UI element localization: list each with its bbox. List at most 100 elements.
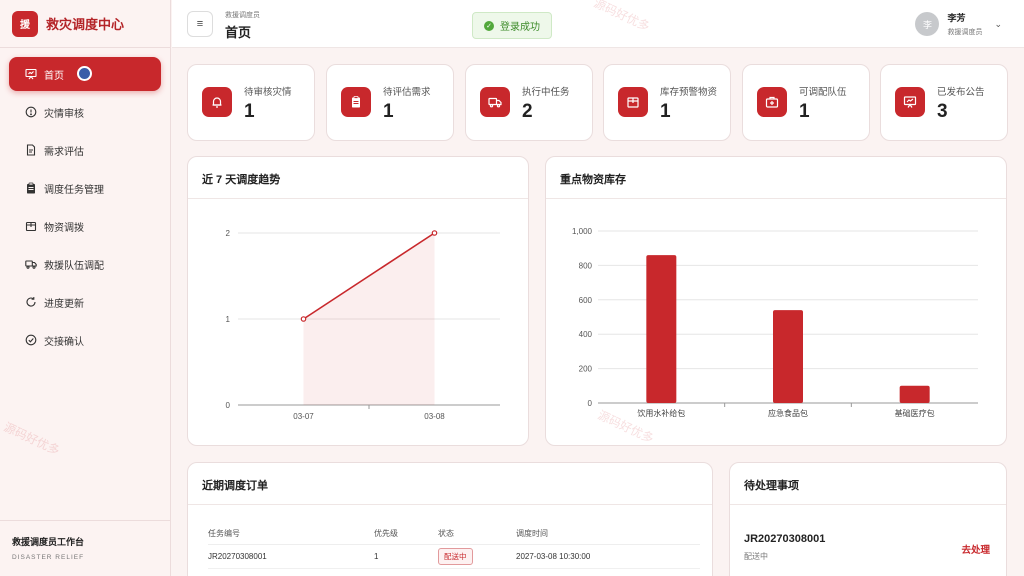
sidebar-footer: 救援调度员工作台 DISASTER RELIEF: [0, 520, 171, 576]
sidebar-item-material-allocation[interactable]: 物资调拨: [9, 209, 161, 243]
refresh-icon: [25, 296, 37, 308]
stat-card-available-teams[interactable]: 可调配队伍 1: [742, 64, 870, 141]
orders-panel: 近期调度订单 任务编号 优先级 状态 调度时间 JR20270308001 1 …: [187, 462, 713, 576]
bar: [773, 310, 803, 403]
y-tick-label: 600: [579, 296, 593, 305]
panel-title: 近期调度订单: [188, 463, 712, 505]
x-tick-label: 应急食品包: [768, 408, 808, 418]
sidebar-item-label: 灾情审核: [44, 108, 84, 120]
table-row[interactable]: JR20270308001 1 配送中 2027-03-08 10:30:00: [208, 544, 700, 569]
sidebar-item-label: 首页: [44, 70, 64, 82]
stat-value: 1: [660, 101, 671, 122]
sidebar-item-label: 进度更新: [44, 298, 84, 310]
bar: [646, 255, 677, 403]
column-header: 状态: [438, 523, 516, 545]
bell-icon: [202, 87, 232, 117]
stock-chart: 0 200 400 600 800 1,000 饮用水补给包 应急食品包 基础医疗包: [572, 227, 978, 418]
column-header: 任务编号: [208, 523, 374, 545]
stat-label: 待评估需求: [383, 87, 431, 98]
x-tick-label: 饮用水补给包: [637, 408, 685, 418]
check-circle-icon: [25, 334, 37, 346]
y-tick-label: 800: [579, 261, 593, 270]
stat-label: 待审核灾情: [244, 87, 292, 98]
stat-label: 库存预警物资: [660, 87, 718, 98]
todo-panel: 待处理事项 JR20270308001 配送中 去处理: [729, 462, 1007, 576]
sidebar-item-team-dispatch[interactable]: 救援队伍调配: [9, 247, 161, 281]
column-header: 调度时间: [516, 523, 700, 545]
stat-card-active-tasks[interactable]: 执行中任务 2: [465, 64, 593, 141]
y-tick-label: 1: [226, 315, 231, 324]
sidebar-item-label: 交接确认: [44, 336, 84, 348]
data-point: [300, 316, 307, 322]
brand-title: 救灾调度中心: [46, 17, 125, 32]
presentation-icon: [895, 87, 925, 117]
sidebar-nav: 首页 灾情审核 需求评估 调度任务管理 物资调拨 救援队伍调配 进度更新 交接确…: [0, 48, 170, 357]
y-tick-label: 200: [579, 365, 593, 374]
success-toast: ✓ 登录成功: [472, 12, 552, 39]
panel-title: 待处理事项: [730, 463, 1006, 505]
sidebar-item-home[interactable]: 首页: [9, 57, 161, 91]
medkit-icon: [757, 87, 787, 117]
column-header: 优先级: [374, 523, 438, 545]
data-point: [431, 230, 438, 236]
document-icon: [25, 144, 37, 156]
stat-label: 执行中任务: [522, 87, 570, 98]
clipboard-icon: [25, 182, 37, 194]
handle-link[interactable]: 去处理: [961, 542, 990, 556]
hamburger-icon: ≡: [196, 18, 204, 30]
user-menu[interactable]: 李 李芳 救援调度员 ⌄: [915, 11, 1002, 37]
y-tick-label: 1,000: [572, 227, 593, 236]
order-id: JR20270308001: [208, 544, 374, 569]
y-tick-label: 0: [588, 399, 593, 408]
sidebar-item-dispatch-tasks[interactable]: 调度任务管理: [9, 171, 161, 205]
x-tick-label: 03-08: [424, 412, 445, 421]
todo-item-id: JR20270308001: [744, 533, 826, 545]
order-priority: 1: [374, 544, 438, 569]
sidebar-item-label: 救援队伍调配: [44, 260, 104, 272]
stat-card-announcements[interactable]: 已发布公告 3: [880, 64, 1008, 141]
menu-toggle-button[interactable]: ≡: [187, 11, 213, 37]
box-icon: [618, 87, 648, 117]
stat-value: 2: [522, 101, 533, 122]
table-header-row: 任务编号 优先级 状态 调度时间: [208, 523, 700, 545]
sidebar-item-progress-update[interactable]: 进度更新: [9, 285, 161, 319]
sidebar-item-handover-confirm[interactable]: 交接确认: [9, 323, 161, 357]
panel-title: 重点物资库存: [546, 157, 1006, 199]
sidebar-item-label: 物资调拨: [44, 222, 84, 234]
stat-card-stock-alert[interactable]: 库存预警物资 1: [603, 64, 731, 141]
truck-icon: [25, 258, 37, 270]
sidebar: 援 救灾调度中心 首页 灾情审核 需求评估 调度任务管理 物资调拨 救援队伍调配…: [0, 0, 171, 576]
stat-value: 1: [799, 101, 810, 122]
stat-label: 可调配队伍: [799, 87, 847, 98]
stat-card-pending-assessment[interactable]: 待评估需求 1: [326, 64, 454, 141]
order-status-cell: 配送中: [438, 544, 516, 569]
order-time: 2027-03-08 10:30:00: [516, 544, 700, 569]
sidebar-item-disaster-review[interactable]: 灾情审核: [9, 95, 161, 129]
brand: 援 救灾调度中心: [0, 0, 170, 48]
stat-value: 1: [244, 101, 255, 122]
user-name: 李芳: [947, 13, 966, 23]
brand-logo: 援: [12, 10, 38, 37]
sidebar-item-label: 调度任务管理: [44, 184, 104, 196]
truck-icon: [480, 87, 510, 117]
chevron-down-icon: ⌄: [994, 18, 1002, 29]
todo-item-status: 配送中: [744, 552, 768, 561]
info-circle-icon: [25, 106, 37, 118]
avatar: 李: [915, 12, 940, 36]
panel-title: 近 7 天调度趋势: [188, 157, 528, 199]
trend-chart-panel: 近 7 天调度趋势 0 1 2 03-07 03-08: [187, 156, 529, 446]
sidebar-item-demand-assessment[interactable]: 需求评估: [9, 133, 161, 167]
stock-chart-panel: 重点物资库存 0 200 400 600 800 1,000 饮用水补给包 应急食品包 基础医疗…: [545, 156, 1007, 446]
y-tick-label: 0: [226, 401, 231, 410]
clipboard-icon: [341, 87, 371, 117]
stat-value: 1: [383, 101, 394, 122]
sidebar-toggle[interactable]: [77, 66, 92, 81]
stat-card-pending-disaster[interactable]: 待审核灾情 1: [187, 64, 315, 141]
workspace-title: 救援调度员工作台: [12, 537, 85, 547]
y-tick-label: 400: [579, 330, 593, 339]
page-title: 首页: [225, 25, 252, 40]
x-tick-label: 03-07: [293, 412, 314, 421]
sidebar-item-label: 需求评估: [44, 146, 84, 158]
check-icon: ✓: [484, 20, 494, 31]
stat-label: 已发布公告: [937, 87, 985, 98]
